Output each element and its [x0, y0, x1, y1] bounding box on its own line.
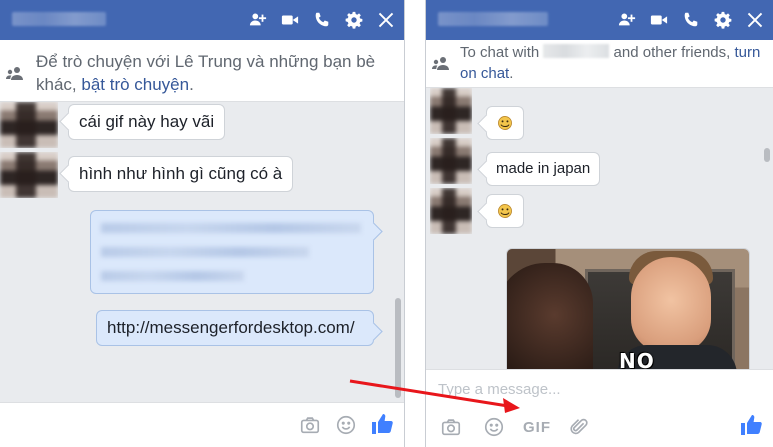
chat-titlebar [426, 0, 773, 40]
scrollbar-thumb[interactable] [764, 148, 770, 162]
notice-text: Để trò chuyện với Lê Trung và những bạn … [36, 50, 394, 96]
avatar [430, 188, 472, 234]
gif-button-label: GIF [523, 418, 551, 436]
avatar [430, 138, 472, 184]
titlebar-actions [617, 0, 765, 40]
outgoing-message: http://messengerfordesktop.com/ [96, 310, 374, 346]
add-friend-icon[interactable] [617, 10, 637, 30]
incoming-message: made in japan [486, 152, 601, 186]
phone-icon[interactable] [312, 10, 332, 30]
message-text: made in japan [496, 160, 591, 177]
avatar [0, 102, 58, 148]
friends-icon [6, 66, 24, 80]
friends-icon [432, 56, 450, 70]
message-input[interactable] [438, 378, 738, 400]
close-icon[interactable] [376, 10, 396, 30]
outgoing-message-redacted [90, 210, 374, 294]
gif-message[interactable]: NO [506, 248, 750, 369]
sticker-icon [498, 116, 512, 130]
camera-icon[interactable] [297, 412, 323, 438]
notice-suffix: . [189, 75, 194, 94]
thumbs-up-icon[interactable] [369, 411, 395, 437]
contact-name-redacted [438, 12, 548, 26]
redacted-text [101, 223, 361, 295]
turn-on-chat-link[interactable]: bật trò chuyện [81, 75, 189, 94]
phone-icon[interactable] [681, 10, 701, 30]
video-call-icon[interactable] [280, 10, 300, 30]
chat-off-notice: To chat with and other friends, turn on … [426, 40, 773, 88]
message-text: hình như hình gì cũng có à [79, 164, 283, 183]
message-list[interactable]: made in japan NO [426, 88, 773, 369]
incoming-message: hình như hình gì cũng có à [68, 156, 294, 192]
notice-prefix: To chat with [460, 44, 540, 61]
incoming-sticker [486, 106, 524, 140]
message-text: cái gif này hay vãi [79, 112, 215, 131]
notice-suffix: . [509, 65, 514, 82]
contact-name-redacted [12, 12, 106, 26]
gear-icon[interactable] [344, 10, 364, 30]
screenshot-stage: Để trò chuyện với Lê Trung và những bạn … [0, 0, 773, 447]
attachment-icon[interactable] [566, 414, 592, 440]
camera-icon[interactable] [438, 414, 464, 440]
notice-text: To chat with and other friends, turn on … [460, 42, 763, 84]
avatar [0, 152, 58, 198]
close-icon[interactable] [745, 10, 765, 30]
composer: GIF [426, 369, 773, 447]
titlebar-actions [248, 0, 396, 40]
chat-window-right: To chat with and other friends, turn on … [425, 0, 773, 447]
message-list[interactable]: cái gif này hay vãi hình như hình gì cũn… [0, 102, 404, 402]
incoming-sticker [486, 194, 524, 228]
notice-middle: and other friends, [609, 44, 735, 61]
sticker-icon [498, 204, 512, 218]
emoji-icon[interactable] [333, 412, 359, 438]
thumbs-up-icon[interactable] [738, 412, 764, 438]
incoming-message: cái gif này hay vãi [68, 104, 226, 140]
scrollbar-thumb[interactable] [395, 298, 401, 398]
video-call-icon[interactable] [649, 10, 669, 30]
add-friend-icon[interactable] [248, 10, 268, 30]
chat-window-left: Để trò chuyện với Lê Trung và những bạn … [0, 0, 405, 447]
contact-name-redacted [543, 44, 610, 58]
composer [0, 402, 404, 447]
gif-icon[interactable]: GIF [521, 414, 553, 440]
chat-titlebar [0, 0, 404, 40]
gif-caption: NO [619, 349, 655, 369]
avatar [430, 88, 472, 134]
emoji-icon[interactable] [481, 414, 507, 440]
chat-off-notice: Để trò chuyện với Lê Trung và những bạn … [0, 40, 404, 102]
message-link-text[interactable]: http://messengerfordesktop.com/ [107, 318, 355, 337]
gear-icon[interactable] [713, 10, 733, 30]
